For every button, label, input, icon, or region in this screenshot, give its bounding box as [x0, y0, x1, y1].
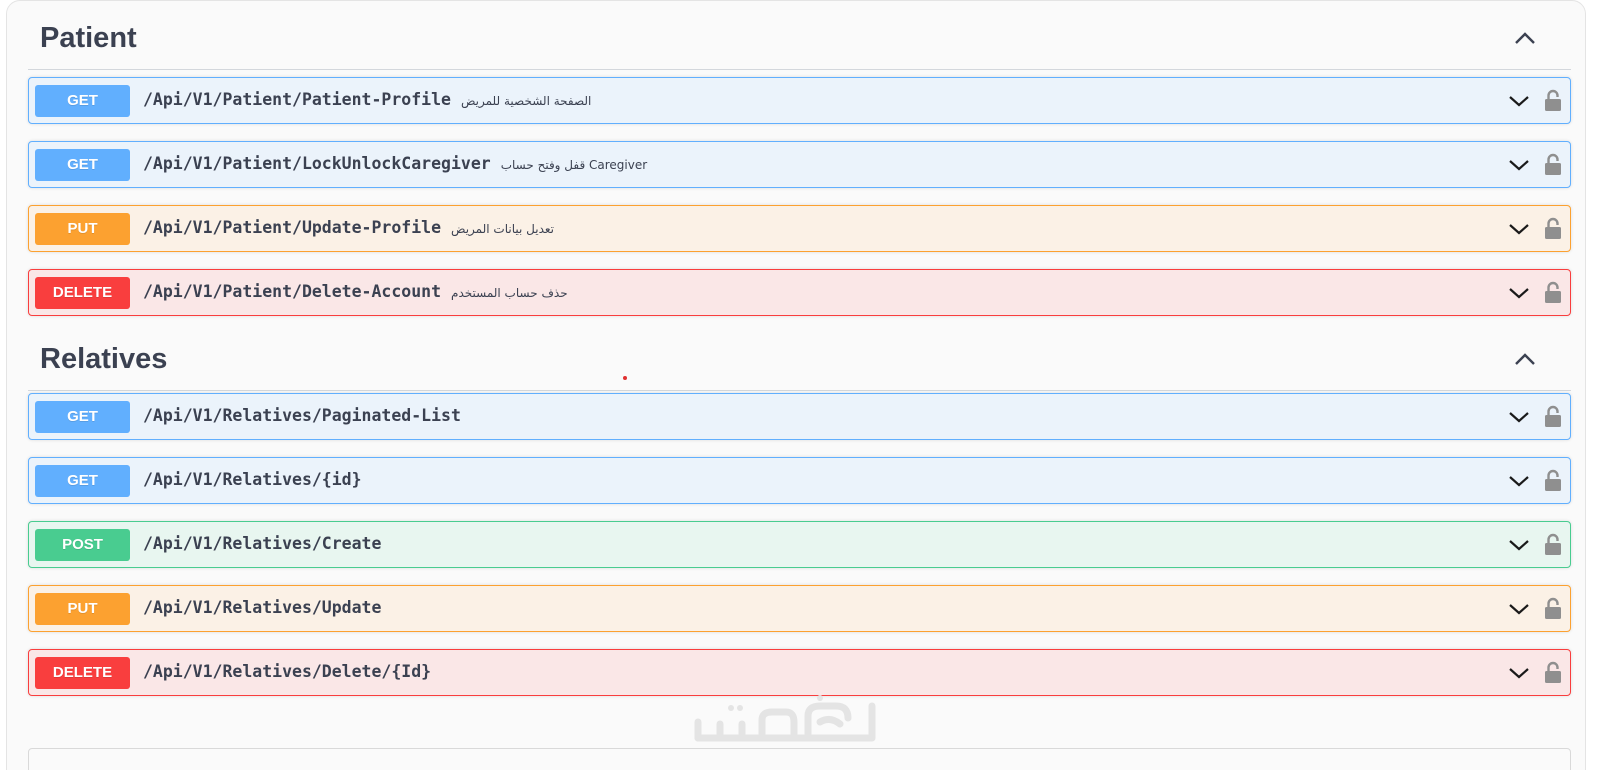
operation-row[interactable]: GET /Api/V1/Patient/Patient-Profile الصفح… — [28, 77, 1571, 124]
operation-path-container: /Api/V1/Relatives/Paginated-List — [143, 406, 461, 425]
operation-row[interactable]: DELETE /Api/V1/Patient/Delete-Account حذف… — [28, 269, 1571, 316]
operation-path: /Api/V1/Relatives/Paginated-List — [143, 406, 461, 425]
lock-icon[interactable] — [1544, 468, 1562, 492]
operation-path: /Api/V1/Relatives/Update — [143, 598, 382, 617]
operation-path-container: /Api/V1/Relatives/Delete/{Id} — [143, 662, 431, 681]
method-badge: GET — [35, 465, 130, 497]
section-title[interactable]: Patient — [40, 22, 137, 55]
chevron-down-icon[interactable] — [1508, 157, 1530, 173]
chevron-down-icon[interactable] — [1508, 665, 1530, 681]
operation-row[interactable]: POST /Api/V1/Relatives/Create — [28, 521, 1571, 568]
operation-path: /Api/V1/Patient/Delete-Account — [143, 282, 442, 301]
watermark-logo — [694, 695, 876, 742]
chevron-down-icon[interactable] — [1508, 221, 1530, 237]
section-title[interactable]: Relatives — [40, 343, 167, 376]
lock-icon[interactable] — [1544, 660, 1562, 684]
chevron-down-icon[interactable] — [1508, 601, 1530, 617]
operation-path: /Api/V1/Relatives/Delete/{Id} — [143, 662, 432, 681]
method-badge: DELETE — [35, 657, 130, 689]
operation-path: /Api/V1/Patient/Update-Profile — [143, 218, 442, 237]
method-badge: GET — [35, 149, 130, 181]
chevron-up-icon[interactable] — [1513, 30, 1537, 46]
chevron-down-icon[interactable] — [1508, 409, 1530, 425]
chevron-up-icon[interactable] — [1513, 351, 1537, 367]
chevron-down-icon[interactable] — [1508, 285, 1530, 301]
operation-description: قفل وفتح حساب Caregiver — [500, 158, 648, 172]
section-header[interactable]: Patient — [28, 4, 1571, 70]
lock-icon[interactable] — [1544, 152, 1562, 176]
method-badge: GET — [35, 401, 130, 433]
operation-row[interactable]: DELETE /Api/V1/Relatives/Delete/{Id} — [28, 649, 1571, 696]
method-badge: POST — [35, 529, 130, 561]
method-badge: GET — [35, 85, 130, 117]
lock-icon[interactable] — [1544, 280, 1562, 304]
chevron-down-icon[interactable] — [1508, 93, 1530, 109]
operation-path: /Api/V1/Relatives/Create — [143, 534, 382, 553]
chevron-down-icon[interactable] — [1508, 537, 1530, 553]
lock-icon[interactable] — [1544, 532, 1562, 556]
next-section-box — [28, 748, 1571, 770]
operation-description: حذف حساب المستخدم — [451, 286, 568, 300]
operation-path-container: /Api/V1/Patient/Patient-Profile الصفحة ال… — [143, 90, 591, 109]
swagger-page: Patient GET /Api/V1/Patient/Patient-Prof… — [0, 0, 1600, 770]
lock-icon[interactable] — [1544, 404, 1562, 428]
operation-path: /Api/V1/Patient/Patient-Profile — [143, 90, 451, 109]
operation-path-container: /Api/V1/Relatives/Create — [143, 534, 381, 553]
operation-row[interactable]: GET /Api/V1/Relatives/Paginated-List — [28, 393, 1571, 440]
lock-icon[interactable] — [1544, 596, 1562, 620]
lock-icon[interactable] — [1544, 88, 1562, 112]
operation-path-container: /Api/V1/Patient/Update-Profile تعديل بيان… — [143, 218, 554, 237]
lock-icon[interactable] — [1544, 216, 1562, 240]
operation-path-container: /Api/V1/Relatives/Update — [143, 598, 381, 617]
operation-path: /Api/V1/Patient/LockUnlockCaregiver — [143, 154, 491, 173]
chevron-down-icon[interactable] — [1508, 473, 1530, 489]
method-badge: DELETE — [35, 277, 130, 309]
method-badge: PUT — [35, 593, 130, 625]
operation-row[interactable]: PUT /Api/V1/Relatives/Update — [28, 585, 1571, 632]
tag-section-relatives: Relatives GET /Api/V1/Relatives/Paginate… — [28, 325, 1571, 696]
operation-path-container: /Api/V1/Relatives/{id} — [143, 470, 362, 489]
section-header[interactable]: Relatives — [28, 325, 1571, 391]
method-badge: PUT — [35, 213, 130, 245]
operation-path-container: /Api/V1/Patient/Delete-Account حذف حساب ا… — [143, 282, 568, 301]
red-dot-marker — [623, 376, 627, 380]
operation-description: تعديل بيانات المريض — [451, 222, 554, 236]
operation-row[interactable]: PUT /Api/V1/Patient/Update-Profile تعديل … — [28, 205, 1571, 252]
operation-row[interactable]: GET /Api/V1/Relatives/{id} — [28, 457, 1571, 504]
operation-path: /Api/V1/Relatives/{id} — [143, 470, 362, 489]
operation-row[interactable]: GET /Api/V1/Patient/LockUnlockCaregiver ق… — [28, 141, 1571, 188]
operation-path-container: /Api/V1/Patient/LockUnlockCaregiver قفل و… — [143, 154, 647, 173]
tag-section-patient: Patient GET /Api/V1/Patient/Patient-Prof… — [28, 4, 1571, 316]
operation-description: الصفحة الشخصية للمريض — [460, 94, 592, 108]
